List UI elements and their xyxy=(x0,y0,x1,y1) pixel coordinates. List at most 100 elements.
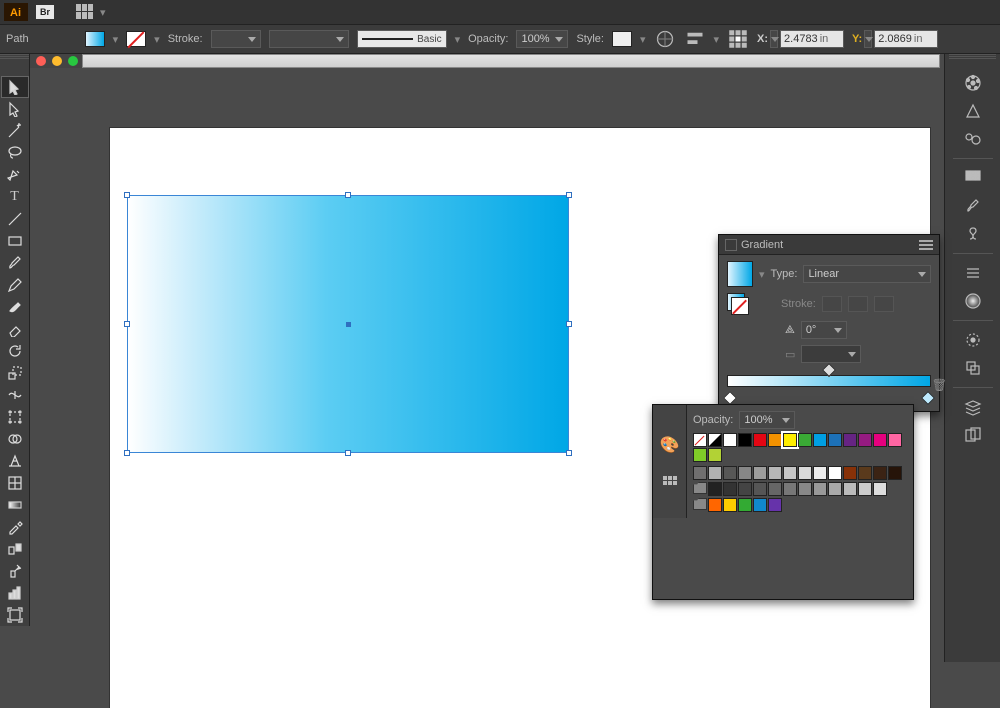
color-swatch[interactable] xyxy=(783,466,797,480)
color-swatch[interactable] xyxy=(858,482,872,496)
opacity-input[interactable]: 100% xyxy=(516,30,568,48)
gradient-type-dropdown[interactable]: Linear xyxy=(803,265,931,283)
align-icon[interactable] xyxy=(684,30,706,48)
selection-handle[interactable] xyxy=(345,450,351,456)
perspective-grid-tool[interactable] xyxy=(1,450,29,472)
color-swatch[interactable] xyxy=(693,466,707,480)
collapse-icon[interactable] xyxy=(725,239,737,251)
eyedropper-tool[interactable] xyxy=(1,516,29,538)
color-swatch[interactable] xyxy=(798,433,812,447)
document-tab[interactable] xyxy=(82,54,940,68)
color-swatch[interactable] xyxy=(708,466,722,480)
stroke-gradient-within-icon[interactable] xyxy=(822,296,842,312)
color-swatch[interactable] xyxy=(768,466,782,480)
close-icon[interactable] xyxy=(36,56,46,66)
mesh-tool[interactable] xyxy=(1,472,29,494)
rotate-tool[interactable] xyxy=(1,340,29,362)
rectangle-tool[interactable] xyxy=(1,230,29,252)
gradient-color-stop[interactable] xyxy=(723,391,737,405)
color-swatch[interactable] xyxy=(708,498,722,512)
pencil-tool[interactable] xyxy=(1,274,29,296)
color-swatch[interactable] xyxy=(708,448,722,462)
color-swatch[interactable] xyxy=(798,482,812,496)
color-panel-icon[interactable] xyxy=(958,70,988,96)
selection-handle[interactable] xyxy=(566,450,572,456)
arrange-documents-icon[interactable] xyxy=(76,4,96,20)
color-swatch[interactable] xyxy=(783,433,797,447)
color-swatch[interactable] xyxy=(813,466,827,480)
graphic-style-swatch[interactable] xyxy=(612,31,632,47)
width-tool[interactable] xyxy=(1,384,29,406)
color-swatch[interactable] xyxy=(828,466,842,480)
column-graph-tool[interactable] xyxy=(1,582,29,604)
color-swatch[interactable] xyxy=(723,466,737,480)
scale-tool[interactable] xyxy=(1,362,29,384)
layers-panel-icon[interactable] xyxy=(958,394,988,420)
recolor-artwork-icon[interactable] xyxy=(654,30,676,48)
selection-handle[interactable] xyxy=(566,321,572,327)
variable-width-profile[interactable] xyxy=(269,30,349,48)
aspect-ratio-input[interactable] xyxy=(801,345,861,363)
color-swatch[interactable] xyxy=(693,448,707,462)
shape-builder-tool[interactable] xyxy=(1,428,29,450)
gradient-angle-input[interactable]: 0° xyxy=(801,321,847,339)
selected-rectangle[interactable] xyxy=(128,196,568,452)
color-swatch[interactable] xyxy=(783,482,797,496)
folder-icon[interactable] xyxy=(693,482,707,494)
color-swatch[interactable] xyxy=(708,482,722,496)
color-swatch[interactable] xyxy=(813,482,827,496)
magic-wand-tool[interactable] xyxy=(1,120,29,142)
selection-handle[interactable] xyxy=(124,450,130,456)
color-swatch[interactable] xyxy=(738,482,752,496)
gradient-color-stop[interactable] xyxy=(921,391,935,405)
fill-swatch[interactable] xyxy=(85,31,105,47)
color-swatch[interactable] xyxy=(858,433,872,447)
color-swatch[interactable] xyxy=(873,433,887,447)
color-mixer-icon[interactable]: 🎨 xyxy=(660,435,680,455)
selection-handle[interactable] xyxy=(124,321,130,327)
brushes-panel-icon[interactable] xyxy=(958,193,988,219)
color-swatch[interactable] xyxy=(738,498,752,512)
type-tool[interactable]: T xyxy=(1,186,29,208)
color-swatch[interactable] xyxy=(738,433,752,447)
stroke-gradient-along-icon[interactable] xyxy=(848,296,868,312)
color-swatch[interactable] xyxy=(753,482,767,496)
blend-tool[interactable] xyxy=(1,538,29,560)
zoom-icon[interactable] xyxy=(68,56,78,66)
gradient-stroke-thumb[interactable] xyxy=(731,297,749,315)
registration-swatch[interactable] xyxy=(708,433,722,447)
color-swatch[interactable] xyxy=(888,433,902,447)
appearance-panel-icon[interactable] xyxy=(958,327,988,353)
blob-brush-tool[interactable] xyxy=(1,296,29,318)
stroke-panel-icon[interactable] xyxy=(958,260,988,286)
paintbrush-tool[interactable] xyxy=(1,252,29,274)
selection-handle[interactable] xyxy=(345,192,351,198)
free-transform-tool[interactable] xyxy=(1,406,29,428)
color-swatch[interactable] xyxy=(798,466,812,480)
swatches-panel-icon[interactable] xyxy=(958,165,988,191)
x-input[interactable]: 2.4783in xyxy=(780,30,844,48)
color-guide-panel-icon[interactable] xyxy=(958,98,988,124)
pen-tool[interactable] xyxy=(1,164,29,186)
color-swatch[interactable] xyxy=(888,466,902,480)
color-swatch[interactable] xyxy=(843,433,857,447)
color-swatch[interactable] xyxy=(723,433,737,447)
color-swatch[interactable] xyxy=(753,433,767,447)
stop-opacity-input[interactable]: 100% xyxy=(739,411,795,429)
color-swatch[interactable] xyxy=(813,433,827,447)
selection-handle[interactable] xyxy=(566,192,572,198)
color-swatch[interactable] xyxy=(768,498,782,512)
gradient-tool[interactable] xyxy=(1,494,29,516)
color-swatch[interactable] xyxy=(753,466,767,480)
gradient-panel-icon[interactable] xyxy=(958,288,988,314)
none-swatch[interactable] xyxy=(693,433,707,447)
artboards-panel-icon[interactable] xyxy=(958,422,988,448)
color-swatch[interactable] xyxy=(843,466,857,480)
graphic-styles-panel-icon[interactable] xyxy=(958,355,988,381)
color-swatch[interactable] xyxy=(723,498,737,512)
color-swatch[interactable] xyxy=(873,466,887,480)
stroke-gradient-across-icon[interactable] xyxy=(874,296,894,312)
transform-reference-icon[interactable] xyxy=(727,30,749,48)
kuler-panel-icon[interactable] xyxy=(958,126,988,152)
direct-selection-tool[interactable] xyxy=(1,98,29,120)
